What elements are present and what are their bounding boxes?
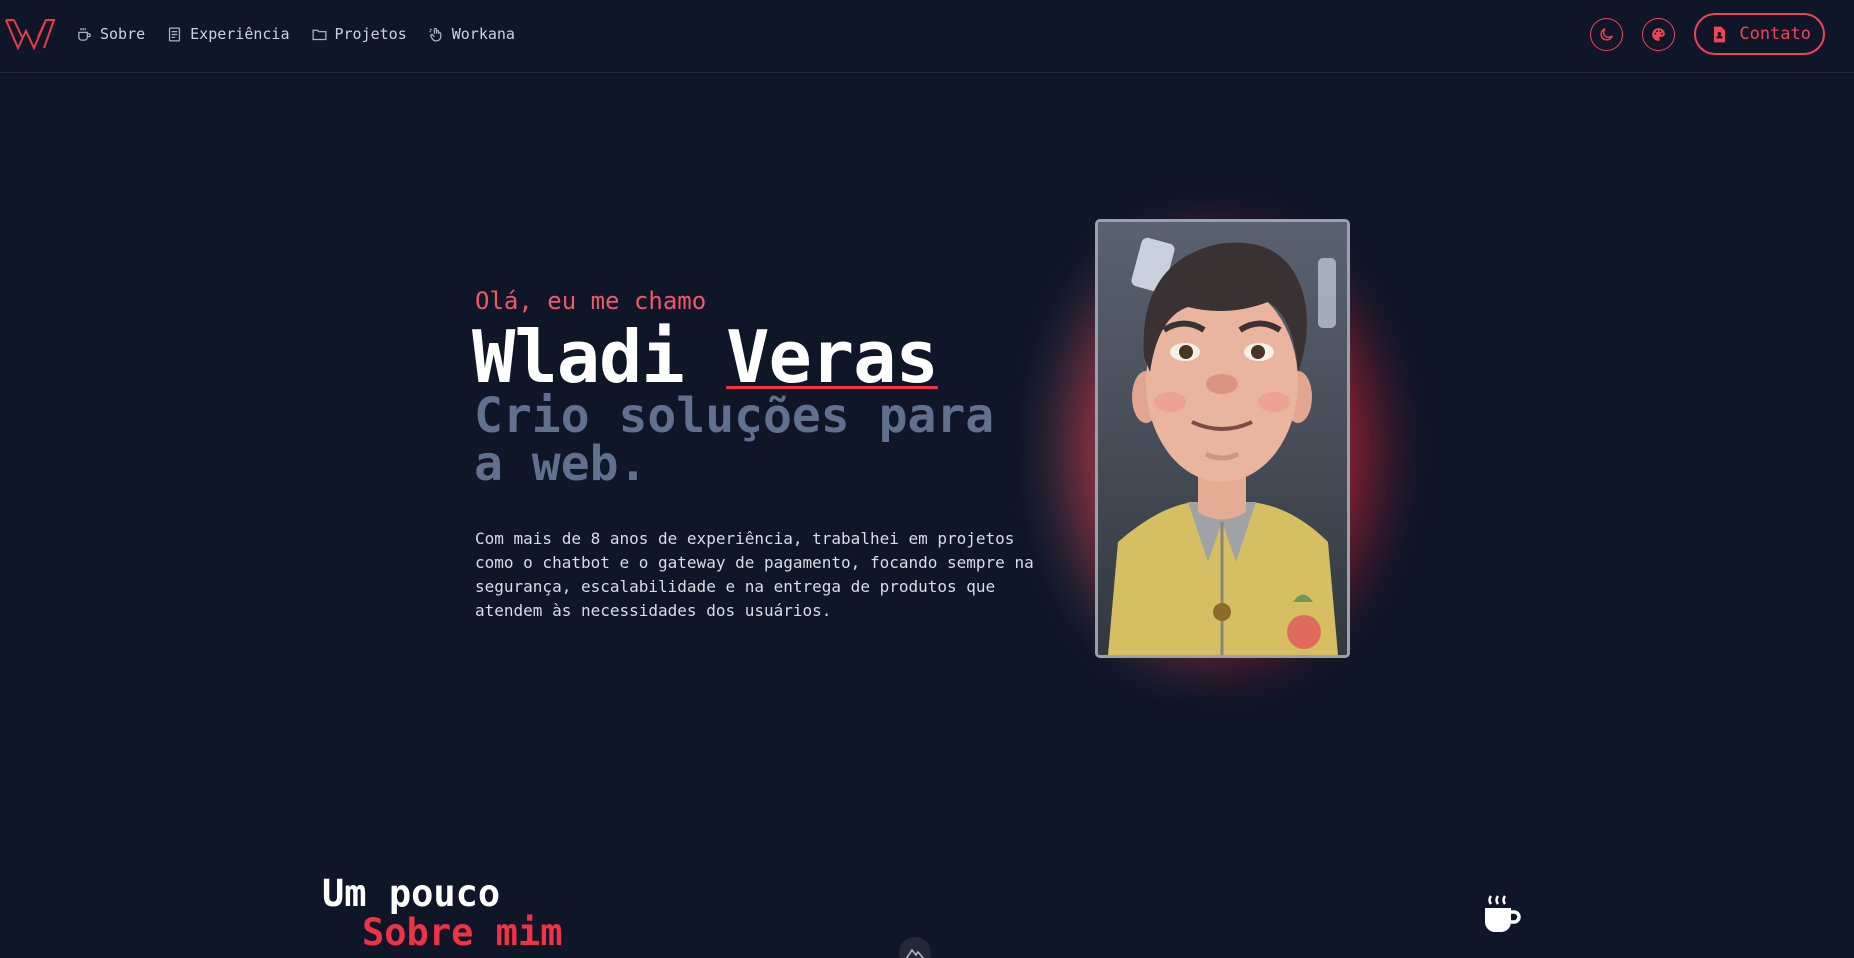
nav-label: Workana <box>451 25 515 43</box>
avatar-illustration <box>1098 222 1347 655</box>
main-nav: Sobre Experiência Projetos Workana <box>76 0 515 68</box>
folder-icon <box>311 29 327 40</box>
hand-pointer-icon <box>429 27 442 42</box>
coffee-icon <box>78 27 91 41</box>
header-actions: Contato <box>1590 13 1825 55</box>
top-navbar: Sobre Experiência Projetos Workana Conta… <box>0 0 1854 73</box>
hero-greeting: Olá, eu me chamo <box>475 287 707 315</box>
logo-icon[interactable] <box>4 17 56 51</box>
coffee-icon <box>1485 895 1521 932</box>
nav-label: Sobre <box>100 25 146 43</box>
nav-item-workana[interactable]: Workana <box>428 25 515 43</box>
profile-portrait <box>1095 219 1350 658</box>
hero-first-name: Wladi <box>472 315 685 399</box>
contact-button[interactable]: Contato <box>1694 13 1825 55</box>
document-icon <box>169 26 181 42</box>
nav-label: Projetos <box>334 25 407 43</box>
mountain-icon <box>905 948 925 958</box>
hero-tagline: Crio soluções para a web. <box>474 388 995 492</box>
contact-label: Contato <box>1739 24 1811 44</box>
palette-button[interactable] <box>1642 17 1676 51</box>
about-heading-line1: Um pouco <box>322 872 501 915</box>
hero-bio: Com mais de 8 anos de experiência, traba… <box>475 529 1034 620</box>
nav-label: Experiência <box>190 25 290 43</box>
theme-toggle-button[interactable] <box>1590 17 1624 51</box>
nav-item-sobre[interactable]: Sobre <box>76 25 145 43</box>
moon-icon <box>1600 27 1614 41</box>
hero-last-name: Veras <box>726 315 939 399</box>
palette-icon <box>1652 27 1666 41</box>
about-heading-line2: Sobre mim <box>362 911 563 954</box>
hero-name: Wladi Veras <box>472 315 939 399</box>
scroll-down-button[interactable] <box>899 937 931 958</box>
nav-item-projetos[interactable]: Projetos <box>311 25 407 43</box>
contact-file-icon <box>1714 26 1726 42</box>
nav-item-experiencia[interactable]: Experiência <box>166 25 290 43</box>
